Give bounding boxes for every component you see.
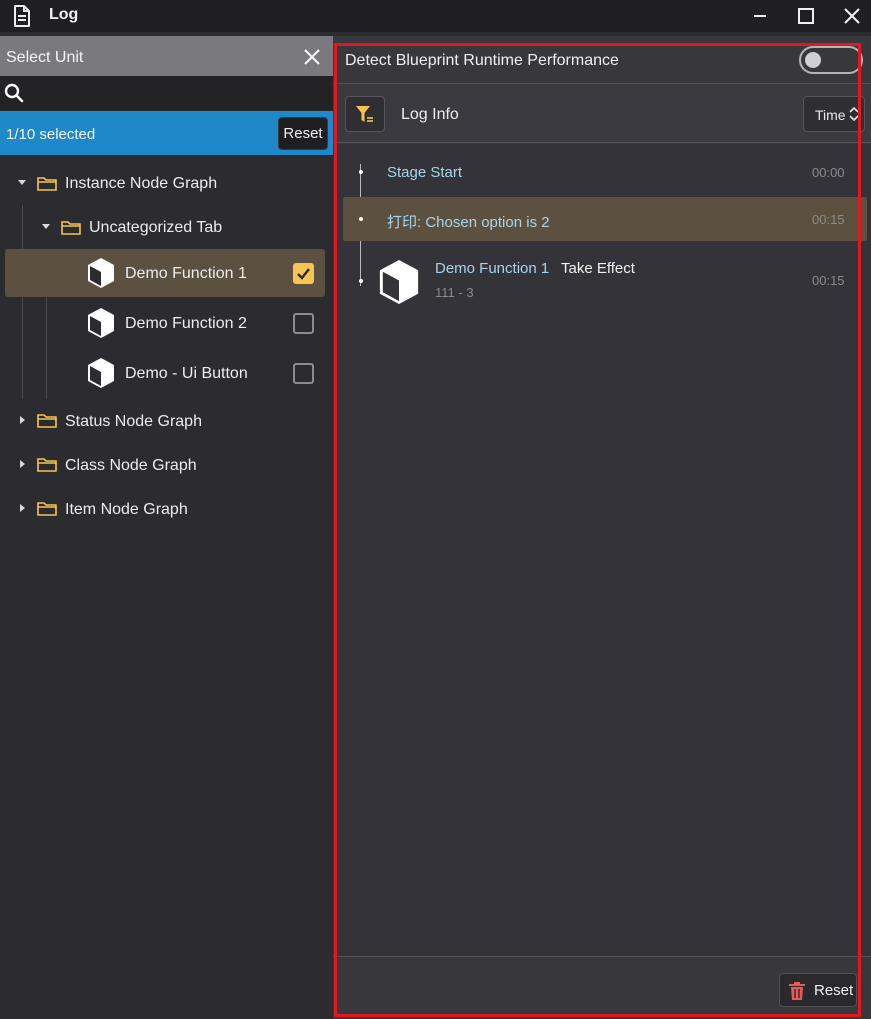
window-title: Log [49,6,79,23]
folder-icon [37,414,57,428]
tree-item-label: Demo - Ui Button [125,365,248,382]
chevron-right-icon [20,504,25,512]
perf-toggle[interactable] [799,46,863,74]
chevron-down-icon [18,180,26,185]
search-icon [4,83,24,103]
folder-icon [61,221,81,235]
log-toolbar: Log Info Time [333,85,871,143]
log-entry-text: Stage Start [387,164,463,181]
unit-checkbox[interactable] [293,263,314,284]
sort-button[interactable]: Time [803,96,865,132]
log-entry-unit-name: Demo Function 1 [435,260,550,277]
tree-item-demo-function-1[interactable]: Demo Function 1 [5,249,325,297]
tree-group-label: Item Node Graph [65,501,188,518]
tree-item-label: Demo Function 1 [125,265,247,282]
log-panel: Detect Blueprint Runtime Performance Log… [333,36,871,1019]
trash-icon [789,982,805,1000]
tree-group-instance-node-graph[interactable]: Instance Node Graph [0,161,333,205]
tree-group-item-node-graph[interactable]: Item Node Graph [0,487,333,531]
unit-search [0,76,333,110]
search-input[interactable] [30,80,325,106]
maximize-button[interactable] [792,2,820,30]
tree-subgroup-uncategorized-tab[interactable]: Uncategorized Tab [0,205,333,249]
log-entry-time: 00:15 [812,212,845,227]
unit-panel-header: Select Unit [0,36,333,76]
tree-item-demo-function-2[interactable]: Demo Function 2 [5,299,325,347]
unit-panel-title: Select Unit [6,49,84,66]
log-entry-highlighted[interactable]: 打印: Chosen option is 2 00:15 [343,197,867,241]
folder-icon [37,177,57,191]
unit-select-panel: Select Unit 1/10 selected Reset Instance… [0,32,333,1019]
document-icon [14,5,30,27]
maximize-icon [798,8,814,24]
check-icon [297,268,310,280]
minimize-icon [754,15,766,17]
unit-checkbox[interactable] [293,363,314,384]
log-entry-text: 打印: Chosen option is 2 [387,214,550,231]
clear-log-label: Reset [814,982,854,999]
tree-subgroup-label: Uncategorized Tab [89,219,223,236]
timeline-dot [359,279,363,283]
tree-item-label: Demo Function 2 [125,315,247,332]
tree-item-demo-ui-button[interactable]: Demo - Ui Button [5,349,325,397]
title-bar: Log [0,0,871,32]
close-window-button[interactable] [838,2,866,30]
selection-count: 1/10 selected [6,126,96,143]
folder-icon [37,502,57,516]
filter-icon [356,106,373,122]
sort-arrows-icon [849,106,859,122]
clear-log-button[interactable]: Reset [779,973,857,1007]
minimize-button[interactable] [746,2,774,30]
timeline-dot [359,217,363,221]
log-entry-action: Take Effect [561,260,635,277]
cube-icon [88,258,114,288]
cube-icon [88,308,114,338]
chevron-right-icon [20,416,25,424]
log-title: Log Info [401,106,459,123]
perf-row: Detect Blueprint Runtime Performance [333,36,871,84]
tree-group-label: Status Node Graph [65,413,202,430]
close-icon [844,8,860,24]
log-entry-time: 00:15 [812,273,845,288]
tree-group-label: Class Node Graph [65,457,197,474]
cube-icon [379,259,419,305]
unit-checkbox[interactable] [293,313,314,334]
selection-bar: 1/10 selected Reset [0,111,333,155]
tree-group-status-node-graph[interactable]: Status Node Graph [0,399,333,443]
close-icon[interactable] [303,48,321,66]
toggle-knob [805,52,821,68]
chevron-right-icon [20,460,25,468]
filter-button[interactable] [345,96,385,132]
perf-label: Detect Blueprint Runtime Performance [345,52,619,69]
tree-group-label: Instance Node Graph [65,175,218,192]
sort-label: Time [815,107,846,123]
log-entry[interactable]: Stage Start 00:00 [343,156,861,188]
log-footer: Reset [333,956,871,1019]
chevron-down-icon [42,224,50,229]
selection-reset-button[interactable]: Reset [278,117,328,150]
log-entry-unit[interactable]: Demo Function 1 Take Effect 111 - 3 00:1… [343,249,861,309]
log-entry-time: 00:00 [812,165,845,180]
log-entry-detail: 111 - 3 [435,285,474,300]
tree-group-class-node-graph[interactable]: Class Node Graph [0,443,333,487]
folder-icon [37,458,57,472]
cube-icon [88,358,114,388]
timeline-dot [359,170,363,174]
log-list: Stage Start 00:00 打印: Chosen option is 2… [333,144,871,956]
